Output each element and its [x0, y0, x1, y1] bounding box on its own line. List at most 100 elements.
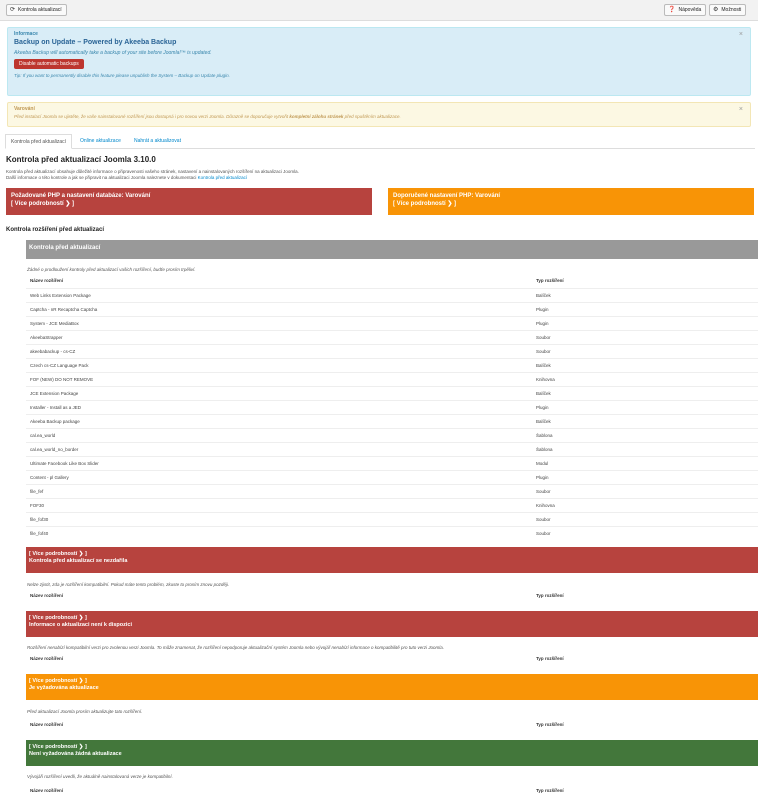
table-row: AkeebaStrapper Soubor [26, 330, 758, 344]
extension-type: Soubor [536, 335, 551, 340]
extension-name: Akeeba Backup package [30, 419, 80, 424]
table-row: Web Links Extension Package Balíček [26, 288, 758, 302]
table-row: Installer - Install as a JED Plugin [26, 400, 758, 414]
col-name-header: Název rozšíření [30, 788, 64, 793]
help-button[interactable]: ❓ Nápověda [664, 4, 707, 16]
table-row: Content - pl Gallery Plugin [26, 470, 758, 484]
warning-heading: Varování [14, 106, 35, 112]
col-type-header: Typ rozšíření [536, 656, 564, 661]
toolbar: ⟳ Kontrola aktualizací ❓ Nápověda ⚙ Možn… [0, 0, 758, 21]
update-required-more-link[interactable]: [ Více podrobností ❯ ] [29, 678, 755, 685]
failed-title: Kontrola před aktualizací se nezdařila [29, 558, 128, 564]
table-row: file_fof40 Soubor [26, 526, 758, 540]
col-name-header: Název rozšíření [30, 593, 64, 598]
warning-alert: × Varování Před instalací Joomla se ujis… [7, 102, 751, 127]
extension-type: Soubor [536, 489, 551, 494]
close-icon[interactable]: × [739, 106, 743, 113]
unavailable-more-link[interactable]: [ Více podrobností ❯ ] [29, 615, 755, 622]
table-row: FOF30 Knihovna [26, 498, 758, 512]
unavailable-section-header: [ Více podrobností ❯ ] Informace o aktua… [26, 611, 758, 637]
failed-more-link[interactable]: [ Více podrobností ❯ ] [29, 551, 755, 558]
extension-type: Soubor [536, 517, 551, 522]
no-update-title: Není vyžadována žádná aktualizace [29, 751, 122, 757]
extension-name: Installer - Install as a JED [30, 405, 82, 410]
extension-name: Content - pl Gallery [30, 475, 69, 480]
unavailable-desc: Rozšíření nenabízí kompatibilní verzi pr… [27, 645, 445, 650]
no-update-section-header: [ Více podrobností ❯ ] Není vyžadována ž… [26, 740, 758, 766]
options-button[interactable]: ⚙ Možnosti [709, 4, 747, 16]
table-row: Czech cs-CZ Language Pack Balíček [26, 358, 758, 372]
extensions-heading: Kontrola rozšíření před aktualizací [6, 227, 105, 233]
extension-name: Web Links Extension Package [30, 293, 91, 298]
update-required-desc: Před aktualizací Joomla prosím aktualizu… [27, 709, 143, 714]
extension-name: cal.ea_world [30, 433, 56, 438]
col-type-header: Typ rozšíření [536, 278, 564, 283]
col-name-header: Název rozšíření [30, 278, 64, 283]
extension-name: FOF (NEW) DO NOT REMOVE [30, 377, 94, 382]
extension-type: Balíček [536, 419, 551, 424]
extension-name: Ultimate Facebook Like Box Slider [30, 461, 99, 466]
extension-name: akeebabackup - cs-CZ [30, 349, 76, 354]
check-updates-button[interactable]: ⟳ Kontrola aktualizací [6, 4, 67, 16]
extension-type: Plugin [536, 307, 549, 312]
info-title: Backup on Update – Powered by Akeeba Bac… [14, 39, 177, 46]
failed-desc: Nelze zjistit, zda je rozšíření kompatib… [27, 582, 230, 587]
extension-type: Šablona [536, 433, 553, 438]
required-php-title: Požadované PHP a nastavení databáze: Var… [11, 193, 151, 199]
col-name-header: Název rozšíření [30, 722, 64, 727]
warning-text: Před instalací Joomla se ujistěte, že va… [14, 114, 744, 119]
page-title: Kontrola před aktualizací Joomla 3.10.0 [6, 155, 156, 164]
table-row: akeebabackup - cs-CZ Soubor [26, 344, 758, 358]
extension-name: file_fef [30, 489, 44, 494]
extension-type: Knihovna [536, 377, 555, 382]
recommended-php-more-link[interactable]: [ Více podrobností ❯ ] [393, 200, 749, 208]
warning-text-end: před spuštěním aktualizace. [343, 114, 401, 119]
table-row: cal.ea_world Šablona [26, 428, 758, 442]
no-update-more-link[interactable]: [ Více podrobností ❯ ] [29, 744, 755, 751]
recommended-php-box: Doporučené nastavení PHP: Varování [ Víc… [388, 188, 754, 215]
refresh-icon: ⟳ [10, 7, 16, 13]
extension-name: JCE Extension Package [30, 391, 79, 396]
required-php-more-link[interactable]: [ Více podrobností ❯ ] [11, 200, 367, 208]
recommended-php-title: Doporučené nastavení PHP: Varování [393, 193, 501, 199]
info-heading: Informace [14, 31, 38, 37]
extension-name: FOF30 [30, 503, 45, 508]
extension-name: System - JCE MediaBox [30, 321, 79, 326]
table-row: Ultimate Facebook Like Box Slider Modul [26, 456, 758, 470]
tab-bar: Kontrola před aktualizací Online aktuali… [5, 134, 755, 149]
close-icon[interactable]: × [739, 31, 743, 38]
extension-name: cal.ea_world_no_border [30, 447, 79, 452]
extension-type: Soubor [536, 349, 551, 354]
options-label: Možnosti [721, 7, 742, 13]
question-icon: ❓ [668, 7, 676, 13]
tab-upload-update[interactable]: Nahrát a aktualizovat [129, 134, 186, 149]
extension-name: Captcha - nR Recaptcha Captcha [30, 307, 98, 312]
extension-name: file_fof40 [30, 531, 49, 536]
warning-text-start: Před instalací Joomla se ujistěte, že va… [14, 114, 290, 119]
no-update-desc: Vývojáři rozšíření uvedli, že aktuálně n… [27, 774, 173, 779]
extension-type: Balíček [536, 391, 551, 396]
col-type-header: Typ rozšíření [536, 593, 564, 598]
extension-type: Modul [536, 461, 549, 466]
tab-online-update[interactable]: Online aktualizace [75, 134, 126, 149]
extension-type: Plugin [536, 475, 549, 480]
preupdate-section-header: Kontrola před aktualizací [26, 240, 758, 259]
info-text: Akeeba Backup will automatically take a … [14, 50, 212, 56]
unavailable-title: Informace o aktualizaci není k dispozici [29, 622, 133, 628]
extension-type: Knihovna [536, 503, 555, 508]
required-php-box: Požadované PHP a nastavení databáze: Var… [6, 188, 372, 215]
intro-text: Kontrola před aktualizací obsahuje důlež… [6, 169, 426, 181]
extension-name: Czech cs-CZ Language Pack [30, 363, 89, 368]
extension-type: Soubor [536, 531, 551, 536]
extension-name: AkeebaStrapper [30, 335, 63, 340]
extension-type: Balíček [536, 363, 551, 368]
docs-link[interactable]: Kontrola před aktualizací [198, 175, 248, 180]
table-row: Captcha - nR Recaptcha Captcha Plugin [26, 302, 758, 316]
intro-line-2: Další informace o této kontrole a jak se… [6, 175, 426, 181]
info-note: Tip: If you want to permanently disable … [14, 73, 230, 78]
warning-text-bold: kompletní zálohu stránek [289, 114, 344, 119]
disable-backups-button[interactable]: Disable automatic backups [14, 59, 84, 69]
col-type-header: Typ rozšíření [536, 722, 564, 727]
tab-preupdate-check[interactable]: Kontrola před aktualizací [5, 134, 73, 149]
col-name-header: Název rozšíření [30, 656, 64, 661]
